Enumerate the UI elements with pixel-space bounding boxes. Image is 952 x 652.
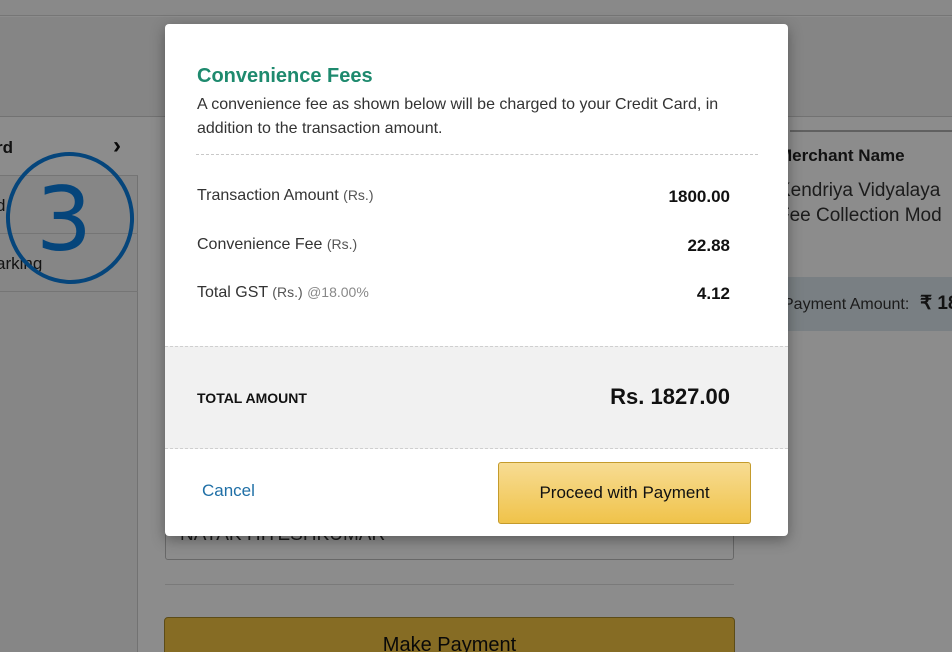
fee-row-transaction: Transaction Amount (Rs.) 1800.00 bbox=[197, 187, 730, 211]
convenience-fee-dialog: Convenience Fees A convenience fee as sh… bbox=[165, 24, 788, 536]
fee-row-gst: Total GST (Rs.) @18.00% 4.12 bbox=[197, 284, 730, 308]
fee-label-text: Convenience Fee bbox=[197, 236, 323, 253]
proceed-with-payment-button[interactable]: Proceed with Payment bbox=[498, 462, 751, 524]
dialog-separator bbox=[196, 154, 758, 155]
total-amount-band: TOTAL AMOUNT Rs. 1827.00 bbox=[165, 346, 788, 449]
total-amount-label: TOTAL AMOUNT bbox=[197, 390, 307, 406]
fee-label: Convenience Fee (Rs.) bbox=[197, 236, 357, 254]
fee-value: 22.88 bbox=[687, 236, 730, 255]
total-amount-value: Rs. 1827.00 bbox=[610, 384, 730, 409]
gst-rate: @18.00% bbox=[307, 284, 369, 300]
fee-value: 4.12 bbox=[696, 284, 730, 303]
fee-row-convenience: Convenience Fee (Rs.) 22.88 bbox=[197, 236, 730, 260]
cancel-link[interactable]: Cancel bbox=[202, 481, 255, 501]
fee-label-text: Total GST bbox=[197, 284, 268, 301]
fee-unit: (Rs.) bbox=[272, 284, 303, 300]
fee-value: 1800.00 bbox=[668, 187, 730, 206]
fee-label: Total GST (Rs.) @18.00% bbox=[197, 284, 369, 302]
dialog-description: A convenience fee as shown below will be… bbox=[197, 96, 719, 137]
fee-label-text: Transaction Amount bbox=[197, 187, 339, 204]
fee-label: Transaction Amount (Rs.) bbox=[197, 187, 373, 205]
fee-unit: (Rs.) bbox=[326, 236, 358, 252]
dialog-title: Convenience Fees bbox=[197, 65, 373, 87]
fee-unit: (Rs.) bbox=[343, 187, 374, 203]
